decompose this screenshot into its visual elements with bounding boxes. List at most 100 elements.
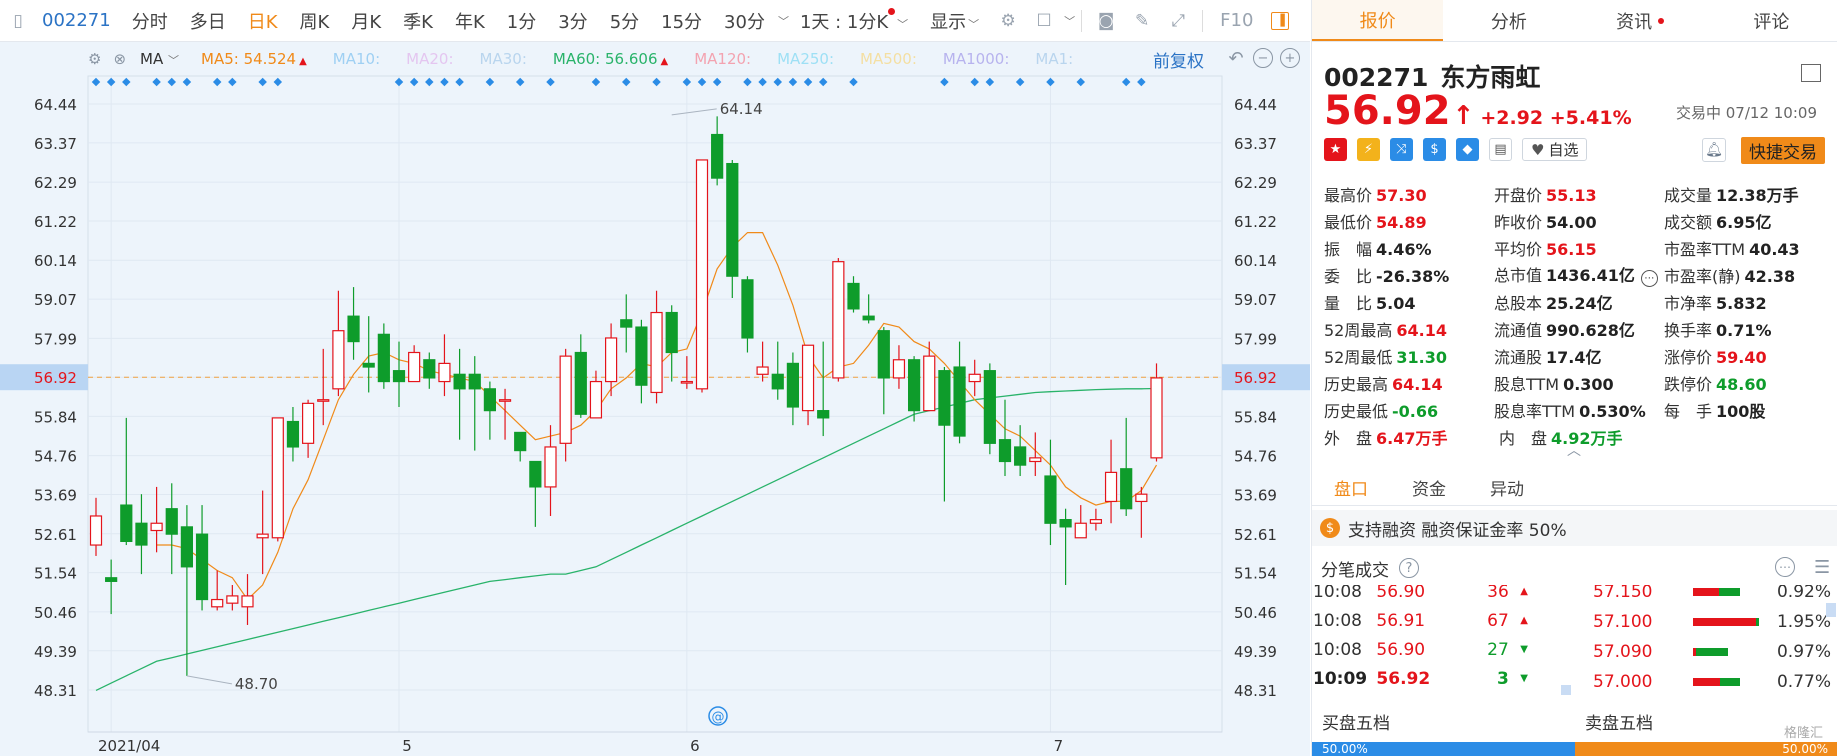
panel-tab[interactable]: 资讯 bbox=[1575, 0, 1706, 41]
display-menu[interactable]: 显示 ﹀ bbox=[919, 8, 990, 34]
candle-body[interactable] bbox=[832, 261, 845, 379]
candle-body[interactable] bbox=[529, 460, 542, 488]
period-tab[interactable]: 30分 bbox=[713, 8, 776, 34]
candle-body[interactable] bbox=[1014, 446, 1027, 466]
dollar-icon[interactable]: $ bbox=[1423, 138, 1446, 161]
period-tab[interactable]: 季K bbox=[392, 8, 444, 34]
more-info-icon[interactable]: ⋯ bbox=[1640, 270, 1658, 287]
period-tab[interactable]: 15分 bbox=[650, 8, 713, 34]
candle-body[interactable] bbox=[877, 330, 890, 379]
candle-body[interactable] bbox=[1089, 519, 1103, 524]
period-tab[interactable]: 日K bbox=[237, 8, 289, 34]
candle-body[interactable] bbox=[862, 315, 875, 321]
candle-body[interactable] bbox=[665, 311, 678, 354]
layout-icon[interactable] bbox=[1801, 64, 1821, 82]
candle-body[interactable] bbox=[453, 373, 466, 390]
ma-item[interactable]: MA60: 56.606 ▲ bbox=[553, 50, 668, 68]
period-more-icon[interactable]: ﹀ bbox=[778, 13, 789, 29]
candle-body[interactable] bbox=[180, 526, 193, 568]
kline-chart[interactable]: 64.44 64.44 63.37 63.37 62.29 62.29 61.22 61.22… bbox=[0, 42, 1310, 756]
tag-icon[interactable]: ◆ bbox=[1456, 138, 1479, 161]
candle-body[interactable] bbox=[165, 508, 178, 535]
candle-body[interactable] bbox=[953, 366, 966, 437]
ma-item[interactable]: MA1: bbox=[1035, 50, 1073, 68]
period-tab[interactable]: 多日 bbox=[179, 8, 237, 34]
candle-body[interactable] bbox=[1150, 377, 1163, 459]
candle-body[interactable] bbox=[741, 279, 754, 339]
candle-body[interactable] bbox=[1120, 468, 1133, 510]
ma-close-icon[interactable]: ⊗ bbox=[113, 50, 126, 68]
candle-body[interactable] bbox=[423, 359, 436, 379]
china-flag-icon[interactable]: ★ bbox=[1324, 138, 1347, 161]
ma-item[interactable]: MA10: bbox=[333, 50, 380, 68]
ma-item[interactable]: MA1000: bbox=[943, 50, 1009, 68]
candle-body[interactable] bbox=[1074, 522, 1087, 539]
sub-tab[interactable]: 异动 bbox=[1468, 470, 1546, 505]
candle-body[interactable] bbox=[150, 522, 163, 532]
sidebar-toggle-icon[interactable]: ▯ bbox=[7, 10, 29, 32]
candle-body[interactable] bbox=[120, 504, 133, 543]
bell-icon[interactable]: 🔔︎ bbox=[1702, 138, 1726, 162]
candle-body[interactable] bbox=[271, 417, 284, 539]
more-icon[interactable]: ⋯ bbox=[1775, 557, 1795, 577]
f10-button[interactable]: F10 bbox=[1209, 10, 1264, 31]
candle-body[interactable] bbox=[1029, 457, 1042, 463]
candle-body[interactable] bbox=[256, 533, 269, 539]
candle-body[interactable] bbox=[468, 373, 481, 390]
candle-body[interactable] bbox=[377, 333, 390, 383]
candle-body[interactable] bbox=[317, 399, 330, 402]
candle-body[interactable] bbox=[650, 311, 663, 394]
candle-body[interactable] bbox=[1104, 471, 1118, 503]
candle-body[interactable] bbox=[483, 388, 496, 412]
candle-body[interactable] bbox=[574, 351, 587, 415]
candle-body[interactable] bbox=[695, 159, 709, 390]
candle-body[interactable] bbox=[362, 362, 375, 368]
notes-icon[interactable]: ▤ bbox=[1489, 138, 1512, 161]
candle-body[interactable] bbox=[907, 359, 921, 412]
zoom-in-icon[interactable]: + bbox=[1280, 48, 1300, 68]
candle-body[interactable] bbox=[135, 522, 148, 546]
candle-body[interactable] bbox=[892, 359, 906, 379]
candle-body[interactable] bbox=[847, 282, 860, 310]
panel-tab[interactable]: 分析 bbox=[1443, 0, 1574, 41]
period-tab[interactable]: 1分 bbox=[496, 8, 547, 34]
candle-body[interactable] bbox=[711, 133, 724, 179]
candle-body[interactable] bbox=[559, 355, 572, 444]
candle-body[interactable] bbox=[998, 439, 1012, 463]
sub-tab[interactable]: 资金 bbox=[1390, 470, 1468, 505]
ma-item[interactable]: MA250: bbox=[777, 50, 834, 68]
candle-body[interactable] bbox=[620, 319, 633, 328]
candle-body[interactable] bbox=[771, 373, 784, 390]
ma-settings-icon[interactable]: ⚙ bbox=[88, 50, 101, 68]
candle-body[interactable] bbox=[438, 362, 451, 383]
distribution-scrollbar[interactable] bbox=[1826, 603, 1836, 617]
candle-body[interactable] bbox=[680, 380, 693, 384]
candle-body[interactable] bbox=[604, 337, 618, 383]
ma-item[interactable]: MA120: bbox=[694, 50, 751, 68]
fullscreen-icon[interactable]: ⤢ bbox=[1167, 10, 1189, 32]
period-tab[interactable]: 3分 bbox=[547, 8, 598, 34]
help-icon[interactable]: ? bbox=[1399, 558, 1419, 578]
fast-trade-button[interactable]: 快捷交易 bbox=[1741, 137, 1825, 164]
ma-item[interactable]: MA500: bbox=[860, 50, 917, 68]
candle-body[interactable] bbox=[983, 370, 996, 444]
shuffle-icon[interactable]: ⤨ bbox=[1390, 138, 1413, 161]
candle-body[interactable] bbox=[786, 362, 800, 408]
candle-body[interactable] bbox=[635, 326, 648, 386]
candle-body[interactable] bbox=[726, 162, 739, 277]
ma-item[interactable]: MA5: 54.524 ▲ bbox=[201, 50, 307, 68]
candle-body[interactable] bbox=[544, 446, 557, 488]
candle-body[interactable] bbox=[938, 370, 951, 426]
zoom-out-icon[interactable]: − bbox=[1253, 48, 1273, 68]
period-tab[interactable]: 分时 bbox=[121, 8, 179, 34]
watchlist-button[interactable]: ♥ 自选 bbox=[1522, 138, 1588, 161]
kline-chart-area[interactable]: 64.44 64.44 63.37 63.37 62.29 62.29 61.22 61.22… bbox=[0, 42, 1310, 756]
buy-five-label[interactable]: 买盘五档 bbox=[1312, 706, 1575, 736]
candle-body[interactable] bbox=[332, 330, 345, 390]
candle-body[interactable] bbox=[817, 410, 830, 419]
candle-body[interactable] bbox=[756, 366, 769, 375]
candle-body[interactable] bbox=[801, 344, 815, 412]
candle-body[interactable] bbox=[968, 373, 981, 383]
tick-scrollbar[interactable] bbox=[1561, 685, 1571, 695]
period-tab[interactable]: 月K bbox=[340, 8, 392, 34]
